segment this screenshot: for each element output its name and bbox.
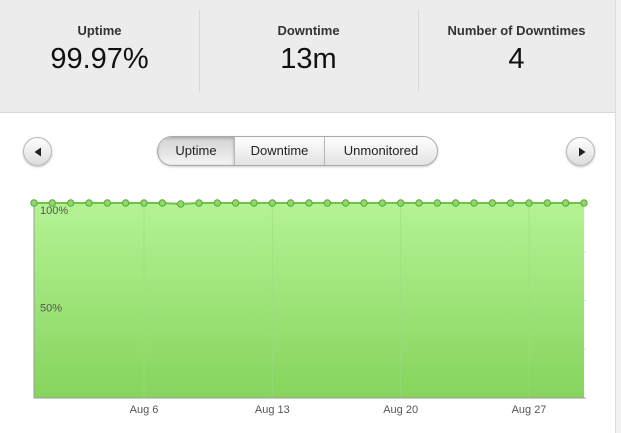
data-point[interactable] <box>305 199 313 207</box>
triangle-left-icon <box>34 147 41 157</box>
data-point[interactable] <box>433 199 442 207</box>
chart-mode-tabs: Uptime Downtime Unmonitored <box>157 136 438 166</box>
data-point[interactable] <box>543 199 552 207</box>
stat-downtime-count: Number of Downtimes 4 <box>418 0 615 112</box>
data-point[interactable] <box>268 199 277 207</box>
stat-downtime-count-value: 4 <box>508 43 525 75</box>
data-point[interactable] <box>525 199 533 207</box>
x-axis-labels: Aug 6 Aug 13 Aug 20 Aug 27 <box>130 404 547 416</box>
next-period-button[interactable] <box>566 137 595 166</box>
data-point[interactable] <box>396 199 405 207</box>
tab-downtime[interactable]: Downtime <box>234 137 324 165</box>
data-point[interactable] <box>66 199 75 207</box>
stat-uptime-label: Uptime <box>77 23 122 38</box>
data-point[interactable] <box>470 199 478 207</box>
data-point[interactable] <box>213 199 222 207</box>
data-point[interactable] <box>286 199 295 207</box>
data-point[interactable] <box>231 199 240 207</box>
y-tick-label: 100% <box>40 205 68 217</box>
data-point[interactable] <box>195 199 203 207</box>
stat-downtime: Downtime 13m <box>199 0 418 112</box>
data-point[interactable] <box>561 199 570 207</box>
data-point[interactable] <box>323 199 332 207</box>
data-point[interactable] <box>250 199 258 207</box>
stat-downtime-count-label: Number of Downtimes <box>447 23 586 38</box>
x-tick-label: Aug 27 <box>512 404 547 416</box>
data-point[interactable] <box>103 199 112 207</box>
x-tick-label: Aug 20 <box>383 404 418 416</box>
stats-band: Uptime 99.97% Downtime 13m Number of Dow… <box>0 0 615 113</box>
stat-downtime-value: 13m <box>280 43 337 75</box>
data-point[interactable] <box>488 199 497 207</box>
uptime-area <box>34 203 584 398</box>
tab-uptime[interactable]: Uptime <box>158 137 234 165</box>
stat-uptime: Uptime 99.97% <box>0 0 199 112</box>
data-point[interactable] <box>451 199 460 207</box>
data-point[interactable] <box>360 199 368 207</box>
data-point[interactable] <box>415 199 423 207</box>
data-point[interactable] <box>121 199 130 207</box>
stat-downtime-label: Downtime <box>277 23 340 38</box>
data-point[interactable] <box>176 200 185 208</box>
y-tick-label: 50% <box>40 303 62 315</box>
stat-uptime-value: 99.97% <box>50 43 149 75</box>
scrollbar-edge[interactable] <box>615 0 621 433</box>
data-point[interactable] <box>85 199 93 207</box>
data-point[interactable] <box>580 199 588 207</box>
x-tick-label: Aug 6 <box>130 404 159 416</box>
previous-period-button[interactable] <box>23 137 52 166</box>
data-point[interactable] <box>341 199 350 207</box>
data-point[interactable] <box>378 199 387 207</box>
triangle-right-icon <box>579 147 586 157</box>
data-point[interactable] <box>158 199 167 207</box>
data-point[interactable] <box>506 199 515 207</box>
x-tick-label: Aug 13 <box>255 404 290 416</box>
data-point[interactable] <box>30 199 38 207</box>
data-point[interactable] <box>140 199 148 207</box>
uptime-chart: 100% 50% Aug 6 Aug 13 Aug 20 Aug 27 <box>30 199 588 416</box>
tab-unmonitored[interactable]: Unmonitored <box>324 137 437 165</box>
